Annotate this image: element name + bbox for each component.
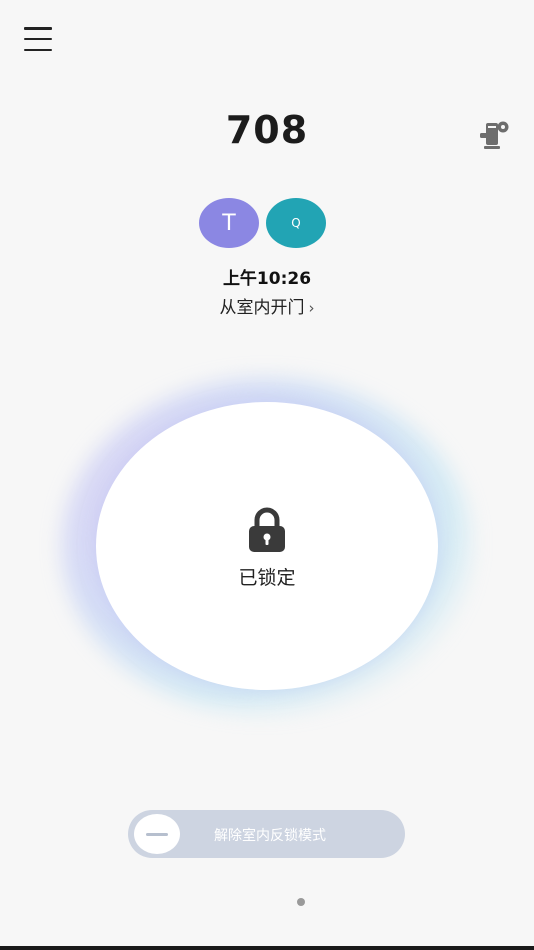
lock-screen: 708 T Q 上午10:26 从室内开门 › 已锁定 解除室内反锁模式 <box>0 0 534 950</box>
toggle-knob[interactable] <box>134 814 180 854</box>
last-event-description: 从室内开门 <box>219 298 305 318</box>
avatar[interactable]: Q <box>266 198 326 248</box>
bottom-edge-bar <box>0 946 534 950</box>
minus-icon <box>146 832 168 836</box>
page-indicator-dot <box>297 898 305 906</box>
toggle-label: 解除室内反锁模式 <box>214 828 326 844</box>
lock-settings-icon[interactable] <box>478 118 512 152</box>
last-event-link[interactable]: 从室内开门 › <box>0 293 534 318</box>
chevron-right-icon: › <box>308 299 315 317</box>
avatar[interactable]: T <box>199 198 259 248</box>
hamburger-menu-icon[interactable] <box>24 27 52 51</box>
member-avatars: T Q <box>199 198 326 248</box>
last-event-time: 上午10:26 <box>222 269 312 289</box>
padlock-icon <box>247 506 287 554</box>
unlock-indoor-deadlock-toggle[interactable]: 解除室内反锁模式 <box>128 810 405 858</box>
room-number-title: 708 <box>225 108 309 152</box>
avatar-initial: Q <box>291 216 301 230</box>
lock-status-label: 已锁定 <box>238 567 296 589</box>
avatar-initial: T <box>222 210 236 236</box>
